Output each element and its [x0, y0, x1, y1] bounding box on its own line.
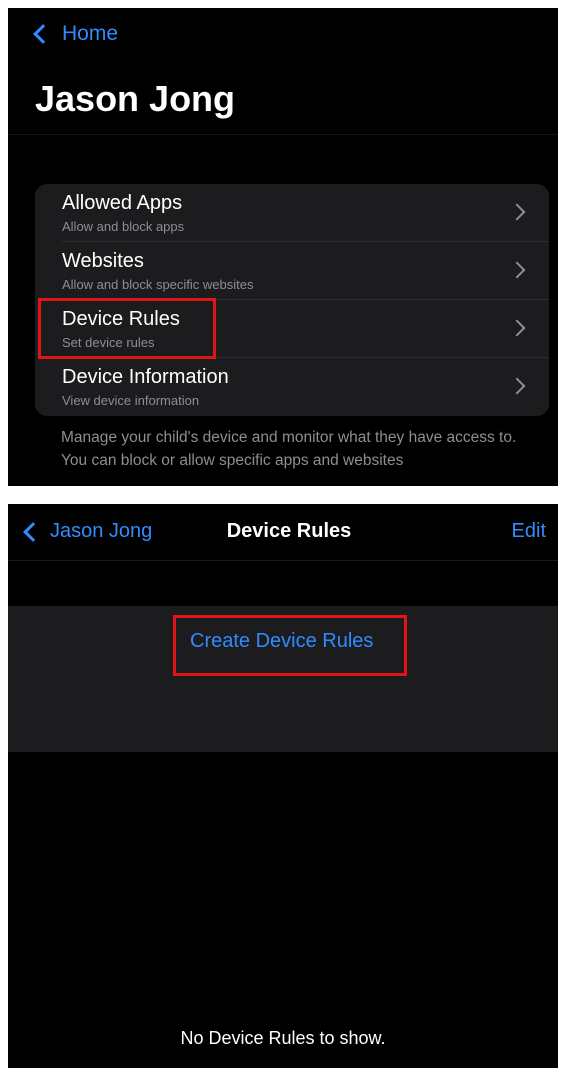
section-footer-note: Manage your child's device and monitor w…: [61, 429, 517, 469]
chevron-left-icon: [33, 24, 53, 44]
nav-divider: [8, 560, 558, 561]
chevron-right-icon: [508, 377, 526, 395]
back-home-button[interactable]: Home: [33, 22, 119, 46]
page-title: Jason Jong: [35, 78, 236, 119]
list-item-allowed-apps[interactable]: Allowed Apps Allow and block apps: [35, 184, 549, 242]
highlight-box-create-rules: [173, 615, 407, 676]
back-home-label: Home: [62, 22, 119, 45]
list-item-title: Device Information: [62, 366, 229, 388]
list-item-title: Allowed Apps: [62, 192, 183, 214]
list-item-subtitle: Allow and block specific websites: [62, 277, 254, 292]
edit-button[interactable]: Edit: [512, 520, 546, 543]
chevron-right-icon: [508, 319, 526, 337]
chevron-right-icon: [508, 203, 526, 221]
list-item-subtitle: Allow and block apps: [62, 219, 185, 234]
list-item-device-information[interactable]: Device Information View device informati…: [35, 358, 549, 416]
child-overview-screen: Home Jason Jong Allowed Apps Allow and b…: [8, 8, 558, 486]
chevron-right-icon: [508, 261, 526, 279]
header-divider: [8, 134, 558, 135]
list-item-subtitle: View device information: [62, 393, 200, 408]
empty-state-message: No Device Rules to show.: [180, 1028, 386, 1048]
nav-title: Device Rules: [226, 520, 352, 542]
highlight-box-device-rules: [38, 298, 216, 359]
list-item-websites[interactable]: Websites Allow and block specific websit…: [35, 242, 549, 300]
list-item-title: Websites: [62, 250, 144, 272]
device-rules-screen: Jason Jong Device Rules Edit Create Devi…: [8, 504, 558, 1068]
